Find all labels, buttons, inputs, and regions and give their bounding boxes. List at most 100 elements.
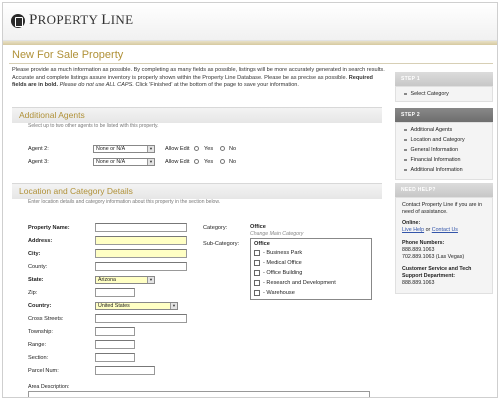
sidebar-item-label: Select Category [410, 91, 449, 97]
phone-number-2: 702.889.1063 (Las Vegas) [402, 254, 465, 260]
dropdown-arrow-icon: ▼ [147, 146, 154, 152]
agents-section-subtitle: Select up to two other agents to be list… [28, 123, 159, 129]
property-name-input[interactable] [95, 223, 187, 232]
checkbox[interactable] [254, 260, 260, 266]
section-label: Section: [28, 355, 49, 361]
phone-numbers-label: Phone Numbers: [402, 240, 445, 246]
agent-2-allow-edit-yes-radio[interactable] [194, 146, 199, 151]
logo-icon [11, 13, 25, 28]
range-label: Range: [28, 342, 47, 348]
sidebar-item-additional-information[interactable]: Additional Information [404, 167, 463, 173]
or-text: or [424, 227, 432, 233]
subcategory-option-label: - Office Building [263, 270, 303, 276]
sidebar-item-general-information[interactable]: General Information [404, 147, 458, 153]
agent-2-select[interactable]: None or N/A ▼ [93, 145, 155, 153]
header-accent-bar [3, 41, 497, 45]
agent-3-label: Agent 3: [28, 159, 49, 165]
parcel-num-label: Parcel Num: [28, 368, 59, 374]
property-name-label: Property Name: [28, 225, 70, 231]
need-help-body: Contact Property Line if you are in need… [395, 197, 493, 294]
subcategory-option-label: - Business Park [263, 250, 303, 256]
sidebar-item-select-category[interactable]: Select Category [404, 91, 449, 97]
county-label: County: [28, 264, 48, 270]
subcategory-option-label: - Research and Development [263, 280, 336, 286]
agent-2-allow-edit-label: Allow Edit [165, 146, 190, 152]
state-label: State: [28, 277, 44, 283]
agent-3-yes-label: Yes [204, 159, 214, 165]
bullet-icon [404, 138, 407, 142]
header: PROPERTY LINE [3, 3, 497, 41]
change-main-category-link[interactable]: Change Main Category [250, 231, 303, 237]
sidebar-item-financial-information[interactable]: Financial Information [404, 157, 461, 163]
cross-streets-label: Cross Streets: [28, 316, 64, 322]
agent-3-allow-edit-yes-radio[interactable] [194, 159, 199, 164]
checkbox[interactable] [254, 250, 260, 256]
section-input[interactable] [95, 353, 135, 362]
subcategory-option[interactable]: - Office Building [254, 269, 302, 277]
step-2-title: STEP 2 [401, 112, 420, 118]
agents-section-title: Additional Agents [19, 110, 85, 120]
sidebar-item-label: General Information [410, 147, 459, 153]
bullet-icon [404, 158, 407, 162]
property-line-logo[interactable]: PROPERTY LINE [11, 12, 133, 29]
country-select[interactable]: United States ▼ [95, 302, 178, 310]
parcel-num-input[interactable] [95, 366, 155, 375]
category-value: Office [250, 224, 266, 230]
zip-input[interactable] [95, 288, 135, 297]
checkbox[interactable] [254, 290, 260, 296]
area-description-label: Area Description: [28, 384, 70, 390]
logo-text: PROPERTY LINE [29, 12, 134, 28]
sidebar-item-additional-agents[interactable]: Additional Agents [404, 127, 452, 133]
state-select[interactable]: Arizona ▼ [95, 276, 155, 284]
sidebar-item-location-category[interactable]: Location and Category [404, 137, 465, 143]
subcategory-listbox[interactable]: Office - Business Park - Medical Office … [250, 238, 372, 300]
agent-3-select[interactable]: None or N/A ▼ [93, 158, 155, 166]
step-1-title: STEP 1 [401, 76, 420, 82]
cross-streets-input[interactable] [95, 314, 187, 323]
country-label: Country: [28, 303, 52, 309]
sidebar-item-label: Location and Category [410, 137, 465, 143]
checkbox[interactable] [254, 270, 260, 276]
checkbox[interactable] [254, 280, 260, 286]
agent-3-allow-edit-label: Allow Edit [165, 159, 190, 165]
county-input[interactable] [95, 262, 187, 271]
subcategory-option-label: - Warehouse [263, 290, 295, 296]
agent-3-select-value: None or N/A [96, 159, 126, 165]
step-2-body: Additional Agents Location and Category … [395, 122, 493, 180]
zip-label: Zip: [28, 290, 38, 296]
agent-2-yes-label: Yes [204, 146, 214, 152]
city-input[interactable] [95, 249, 187, 258]
step-1-header: STEP 1 [395, 72, 493, 86]
city-label: City: [28, 251, 41, 257]
agent-3-allow-edit-no-radio[interactable] [220, 159, 225, 164]
intro-text: Please provide as much information as po… [12, 67, 385, 89]
range-input[interactable] [95, 340, 135, 349]
agent-2-allow-edit-no-radio[interactable] [220, 146, 225, 151]
subcategory-option[interactable]: - Business Park [254, 249, 302, 257]
sidebar-item-label: Financial Information [410, 157, 461, 163]
contact-us-link[interactable]: Contact Us [432, 227, 458, 233]
help-intro: Contact Property Line if you are in need… [402, 202, 483, 215]
subcategory-option-label: - Medical Office [263, 260, 302, 266]
subcategory-option[interactable]: - Warehouse [254, 289, 295, 297]
address-label: Address: [28, 238, 53, 244]
sidebar-item-label: Additional Information [410, 167, 463, 173]
township-input[interactable] [95, 327, 135, 336]
online-label: Online: [402, 220, 421, 226]
subcategory-option[interactable]: - Research and Development [254, 279, 336, 287]
agent-2-label: Agent 2: [28, 146, 49, 152]
subcategory-group-heading: Office [254, 241, 270, 247]
dropdown-arrow-icon: ▼ [147, 277, 154, 283]
live-help-link[interactable]: Live Help [402, 227, 424, 233]
page-title: New For Sale Property [12, 49, 124, 61]
phone-number-1: 888.889.1063 [402, 247, 435, 253]
sidebar-item-label: Additional Agents [410, 127, 453, 133]
bullet-icon [404, 148, 407, 152]
area-description-textarea[interactable] [28, 391, 370, 397]
subcategory-option[interactable]: - Medical Office [254, 259, 302, 267]
title-divider [9, 63, 493, 64]
bullet-icon [404, 168, 407, 172]
address-input[interactable] [95, 236, 187, 245]
agent-3-no-label: No [229, 159, 237, 165]
step-2-header: STEP 2 [395, 108, 493, 122]
